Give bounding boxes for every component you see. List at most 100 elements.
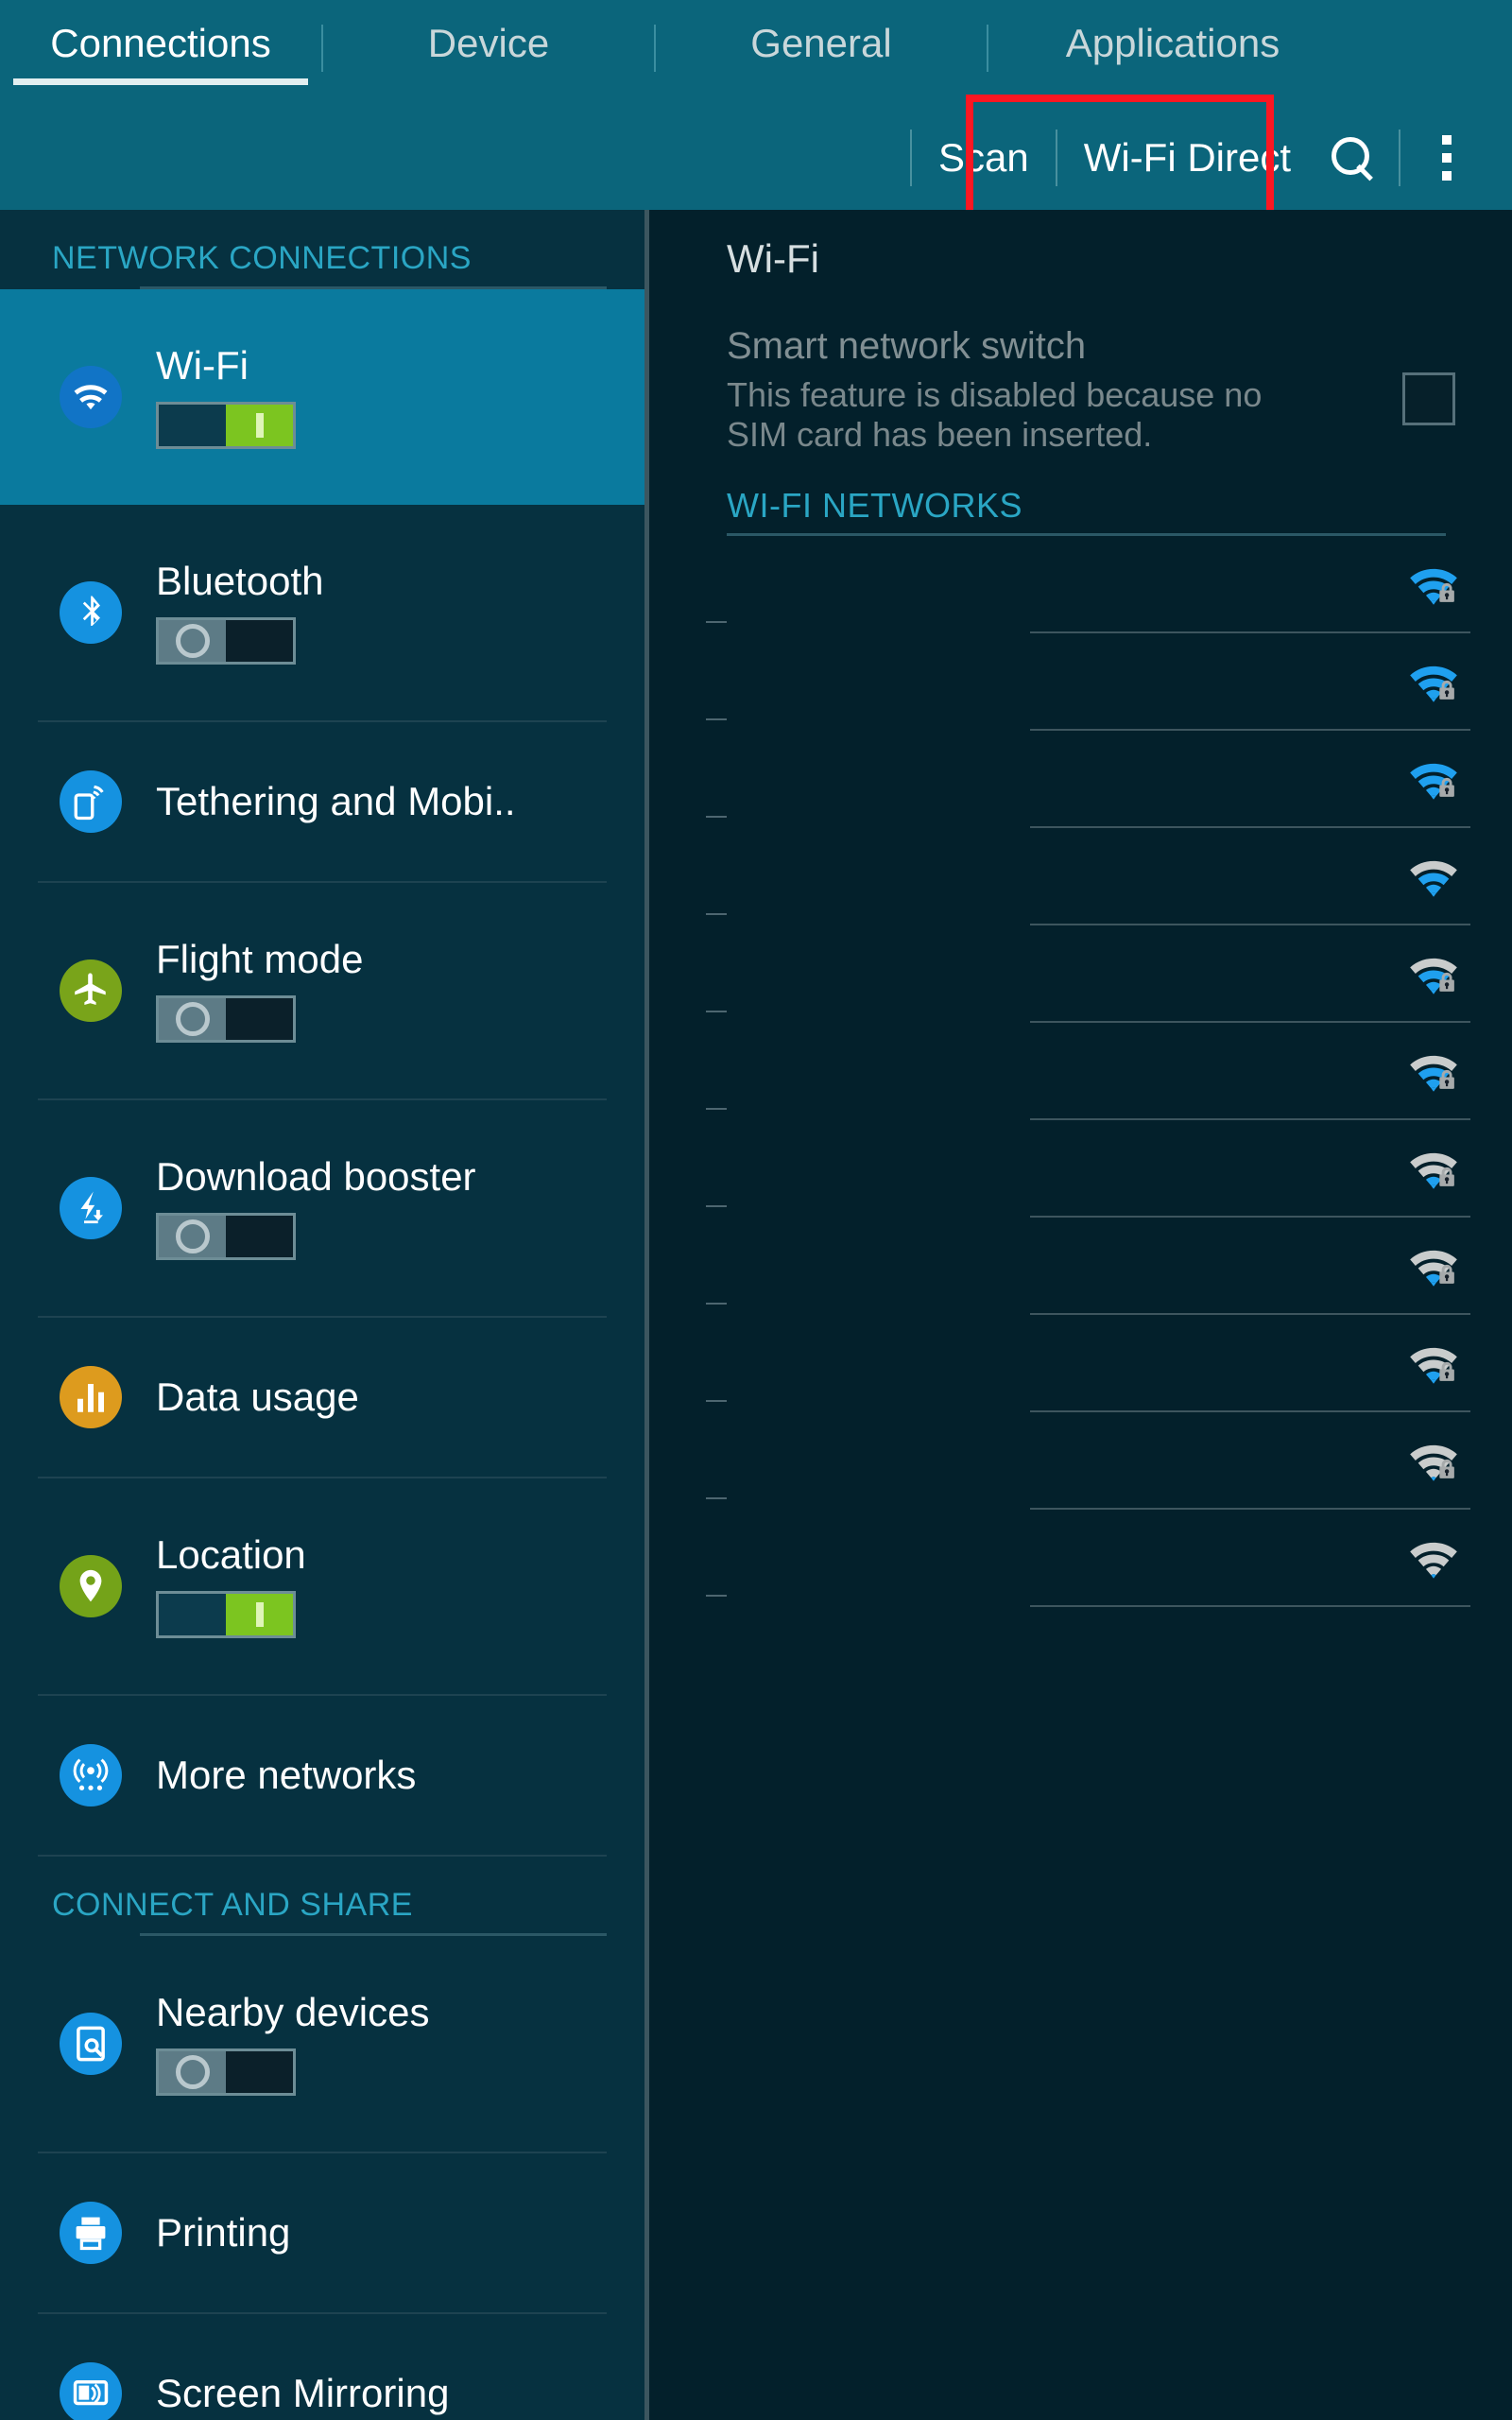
- wifi-network-row[interactable]: [649, 633, 1512, 731]
- wifi-network-name-placeholder: [706, 912, 727, 915]
- sidebar-item-toggle[interactable]: [156, 402, 296, 450]
- wifi-network-row[interactable]: [649, 1023, 1512, 1120]
- sidebar-item-download-booster[interactable]: Download booster: [0, 1100, 644, 1316]
- overflow-menu-button[interactable]: [1406, 117, 1487, 199]
- tab-active-indicator: [13, 78, 308, 85]
- wifi-network-name-placeholder: [706, 1399, 727, 1402]
- wifi-networks-header: WI-FI NETWORKS: [727, 485, 1022, 525]
- sidebar-item-label: Printing: [156, 2209, 291, 2255]
- sidebar-item-flight-mode[interactable]: Flight mode: [0, 883, 644, 1098]
- wifi-signal-icon: [1404, 1339, 1463, 1388]
- wifi-network-name-placeholder: [706, 1496, 727, 1499]
- sidebar-item-location[interactable]: Location: [0, 1478, 644, 1694]
- wifi-direct-button[interactable]: Wi-Fi Direct: [1063, 135, 1312, 181]
- wifi-signal-icon: [1404, 1436, 1463, 1485]
- wifi-network-row[interactable]: [649, 828, 1512, 925]
- sidebar-item-more-networks[interactable]: More networks: [0, 1696, 644, 1855]
- scan-button[interactable]: Scan: [918, 135, 1050, 181]
- tab-general[interactable]: General: [656, 0, 987, 66]
- tab-applications[interactable]: Applications: [988, 0, 1357, 66]
- sidebar-item-printing[interactable]: Printing: [0, 2153, 644, 2312]
- sidebar-item-label: Download booster: [156, 1153, 476, 1199]
- settings-sidebar[interactable]: NETWORK CONNECTIONS Wi-Fi Bluetooth Tetheri…: [0, 210, 644, 2420]
- wifi-icon: [60, 366, 122, 428]
- sidebar-group-title: CONNECT AND SHARE: [52, 1887, 413, 1923]
- wifi-signal-icon: [1404, 949, 1463, 998]
- wifi-network-row[interactable]: [649, 1218, 1512, 1315]
- wifi-signal-icon: [1404, 657, 1463, 706]
- sidebar-item-toggle[interactable]: [156, 1213, 296, 1261]
- nearby-devices-icon: [60, 2013, 122, 2075]
- tab-connections-label: Connections: [50, 21, 271, 65]
- sidebar-item-label: Screen Mirroring: [156, 2370, 450, 2415]
- sidebar-item-label: Nearby devices: [156, 1989, 430, 2034]
- wifi-signal-icon: [1404, 1144, 1463, 1193]
- printer-icon: [60, 2202, 122, 2264]
- wifi-network-name-placeholder: [706, 1107, 727, 1110]
- smart-network-switch-row[interactable]: Smart network switch This feature is dis…: [649, 325, 1512, 456]
- wifi-network-list[interactable]: [649, 536, 1512, 1607]
- wifi-network-name-placeholder: [706, 1204, 727, 1207]
- sidebar-item-screen-mirroring[interactable]: Screen Mirroring: [0, 2314, 644, 2420]
- airplane-icon: [60, 959, 122, 1022]
- tab-general-label: General: [750, 21, 892, 65]
- bar-chart-icon: [60, 1366, 122, 1428]
- wifi-network-row[interactable]: [649, 536, 1512, 633]
- wifi-network-row[interactable]: [649, 1412, 1512, 1510]
- action-separator: [1399, 130, 1400, 186]
- sidebar-item-label: Bluetooth: [156, 558, 324, 603]
- sidebar-item-toggle[interactable]: [156, 1591, 296, 1639]
- search-icon: [1332, 137, 1373, 179]
- wifi-signal-icon: [1404, 852, 1463, 901]
- tab-connections[interactable]: Connections: [0, 0, 321, 85]
- tab-applications-label: Applications: [1065, 21, 1280, 65]
- wifi-network-name-placeholder: [706, 1302, 727, 1305]
- action-separator: [909, 130, 912, 186]
- broadcast-icon: [60, 1744, 122, 1806]
- sidebar-item-nearby-devices[interactable]: Nearby devices: [0, 1936, 644, 2152]
- smart-network-switch-checkbox[interactable]: [1402, 372, 1455, 425]
- sidebar-item-wi-fi[interactable]: Wi-Fi: [0, 289, 644, 505]
- wifi-signal-icon: [1404, 1046, 1463, 1096]
- sidebar-item-toggle[interactable]: [156, 617, 296, 666]
- screen-mirroring-icon: [60, 2362, 122, 2420]
- sidebar-item-label: More networks: [156, 1752, 417, 1797]
- wifi-network-divider: [1030, 1604, 1470, 1607]
- action-separator: [1055, 130, 1057, 186]
- sidebar-item-label: Flight mode: [156, 936, 364, 981]
- sidebar-item-bluetooth[interactable]: Bluetooth: [0, 505, 644, 720]
- wifi-signal-icon: [1404, 754, 1463, 804]
- wifi-network-name-placeholder: [706, 717, 727, 720]
- wifi-signal-icon: [1404, 1241, 1463, 1290]
- sidebar-item-label: Data usage: [156, 1374, 359, 1419]
- wifi-network-name-placeholder: [706, 620, 727, 623]
- wifi-network-row[interactable]: [649, 1510, 1512, 1607]
- wifi-detail-panel: Wi-Fi Smart network switch This feature …: [649, 210, 1512, 2420]
- download-boost-icon: [60, 1177, 122, 1239]
- tethering-icon: [60, 770, 122, 833]
- wifi-network-row[interactable]: [649, 1315, 1512, 1412]
- sidebar-item-toggle[interactable]: [156, 995, 296, 1044]
- wifi-network-row[interactable]: [649, 731, 1512, 828]
- more-vertical-icon: [1442, 135, 1452, 181]
- sidebar-group-title: NETWORK CONNECTIONS: [52, 240, 472, 276]
- location-pin-icon: [60, 1555, 122, 1617]
- wifi-network-name-placeholder: [706, 815, 727, 818]
- tab-device[interactable]: Device: [323, 0, 654, 66]
- sidebar-item-toggle[interactable]: [156, 2048, 296, 2097]
- wifi-signal-icon: [1404, 1533, 1463, 1582]
- wifi-network-name-placeholder: [706, 1594, 727, 1597]
- sidebar-item-label: Location: [156, 1531, 306, 1577]
- smart-network-switch-description: This feature is disabled because no SIM …: [727, 375, 1263, 455]
- wifi-network-row[interactable]: [649, 925, 1512, 1023]
- action-row: Scan Wi-Fi Direct: [756, 106, 1512, 210]
- sidebar-item-data-usage[interactable]: Data usage: [0, 1318, 644, 1477]
- wifi-network-row[interactable]: [649, 1120, 1512, 1218]
- smart-network-switch-label: Smart network switch: [727, 325, 1087, 367]
- search-button[interactable]: [1312, 117, 1393, 199]
- bluetooth-icon: [60, 581, 122, 644]
- sidebar-item-tethering-and-mobi[interactable]: Tethering and Mobi..: [0, 722, 644, 881]
- tab-device-label: Device: [427, 21, 550, 65]
- settings-tab-bar: Connections Device General Applications: [0, 0, 1512, 104]
- panel-title: Wi-Fi: [727, 236, 819, 281]
